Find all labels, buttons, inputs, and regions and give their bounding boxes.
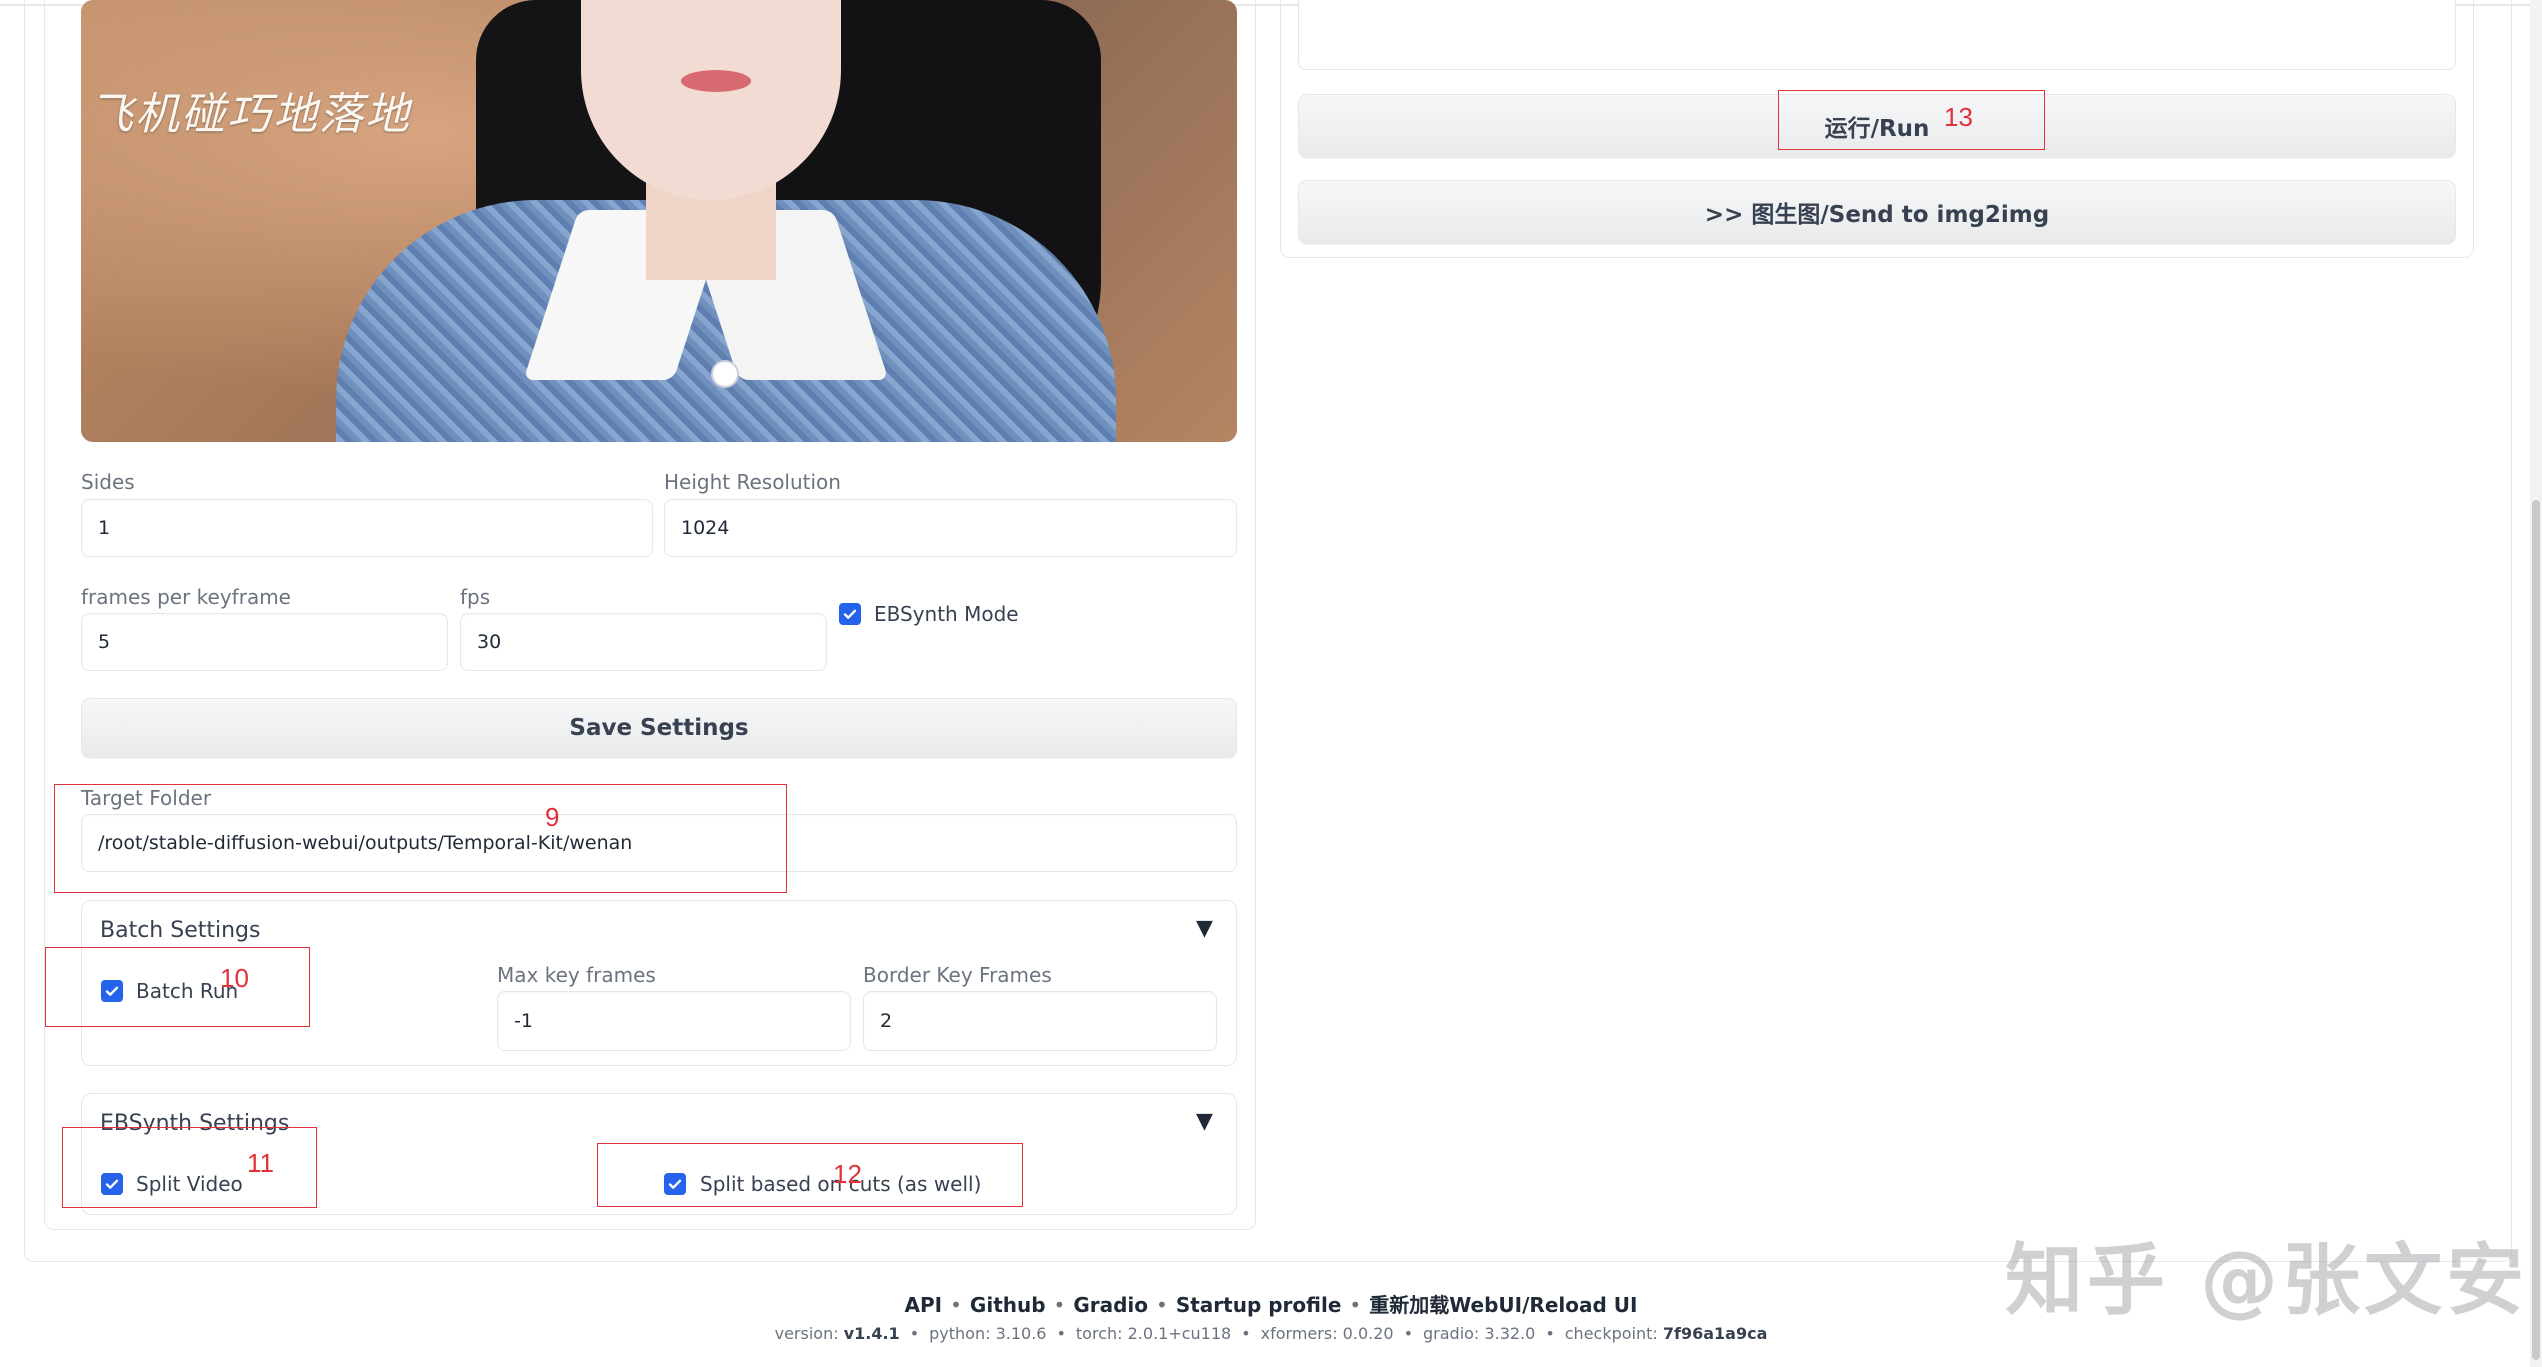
annotation-box-9 bbox=[54, 784, 787, 893]
page-scrollbar[interactable] bbox=[2530, 0, 2542, 1367]
footer-link-reload-ui[interactable]: 重新加载WebUI/Reload UI bbox=[1369, 1293, 1637, 1317]
footer-link-api[interactable]: API bbox=[905, 1293, 943, 1317]
output-textbox[interactable] bbox=[1298, 0, 2456, 70]
fps-label: fps bbox=[460, 585, 491, 609]
height-resolution-input[interactable]: 1024 bbox=[664, 499, 1237, 557]
sides-input[interactable]: 1 bbox=[81, 499, 653, 557]
frames-per-keyframe-input[interactable]: 5 bbox=[81, 613, 448, 671]
xformers-key: xformers: bbox=[1260, 1324, 1338, 1343]
footer-link-startup-profile[interactable]: Startup profile bbox=[1176, 1293, 1342, 1317]
annotation-box-13 bbox=[1778, 90, 2045, 150]
send-to-img2img-button[interactable]: >> 图生图/Send to img2img bbox=[1298, 180, 2456, 244]
annotation-number-10: 10 bbox=[220, 963, 249, 993]
gradio-key: gradio: bbox=[1423, 1324, 1480, 1343]
sides-label: Sides bbox=[81, 470, 135, 494]
torch-value: 2.0.1+cu118 bbox=[1127, 1324, 1232, 1343]
annotation-number-9: 9 bbox=[545, 802, 560, 832]
collapse-caret-icon[interactable]: ▼ bbox=[1196, 916, 1213, 941]
checkpoint-value: 7f96a1a9ca bbox=[1662, 1324, 1768, 1343]
xformers-value: 0.0.20 bbox=[1342, 1324, 1394, 1343]
border-key-frames-input[interactable]: 2 bbox=[863, 991, 1217, 1051]
checkpoint-key: checkpoint: bbox=[1564, 1324, 1658, 1343]
height-resolution-label: Height Resolution bbox=[664, 470, 841, 494]
frames-per-keyframe-label: frames per keyframe bbox=[81, 585, 291, 609]
python-key: python: bbox=[929, 1324, 991, 1343]
annotation-number-11: 11 bbox=[247, 1148, 274, 1178]
video-preview-image: 飞机碰巧地落地 bbox=[81, 0, 1237, 442]
torch-key: torch: bbox=[1075, 1324, 1123, 1343]
max-key-frames-label: Max key frames bbox=[497, 963, 656, 987]
footer-link-gradio[interactable]: Gradio bbox=[1073, 1293, 1148, 1317]
python-value: 3.10.6 bbox=[995, 1324, 1047, 1343]
ebsynth-mode-checkbox[interactable] bbox=[839, 603, 861, 625]
collapse-caret-icon[interactable]: ▼ bbox=[1196, 1109, 1213, 1134]
version-key: version: bbox=[774, 1324, 839, 1343]
annotation-number-12: 12 bbox=[833, 1159, 862, 1189]
ebsynth-mode-label: EBSynth Mode bbox=[874, 602, 1019, 626]
annotation-box-12 bbox=[597, 1143, 1023, 1207]
fps-input[interactable]: 30 bbox=[460, 613, 827, 671]
annotation-box-10 bbox=[45, 947, 310, 1027]
checkmark-icon bbox=[843, 609, 857, 619]
border-key-frames-label: Border Key Frames bbox=[863, 963, 1052, 987]
scrollbar-thumb[interactable] bbox=[2532, 500, 2540, 1360]
zhihu-watermark: 知乎 @张文安 bbox=[2005, 1236, 2529, 1326]
footer-link-github[interactable]: Github bbox=[970, 1293, 1046, 1317]
save-settings-button[interactable]: Save Settings bbox=[81, 698, 1237, 758]
version-value: v1.4.1 bbox=[843, 1324, 900, 1343]
batch-settings-title[interactable]: Batch Settings bbox=[100, 918, 260, 943]
max-key-frames-input[interactable]: -1 bbox=[497, 991, 851, 1051]
annotation-box-11 bbox=[62, 1127, 317, 1208]
preview-overlay-text: 飞机碰巧地落地 bbox=[89, 89, 411, 140]
gradio-value: 3.32.0 bbox=[1484, 1324, 1536, 1343]
annotation-number-13: 13 bbox=[1944, 102, 1973, 132]
